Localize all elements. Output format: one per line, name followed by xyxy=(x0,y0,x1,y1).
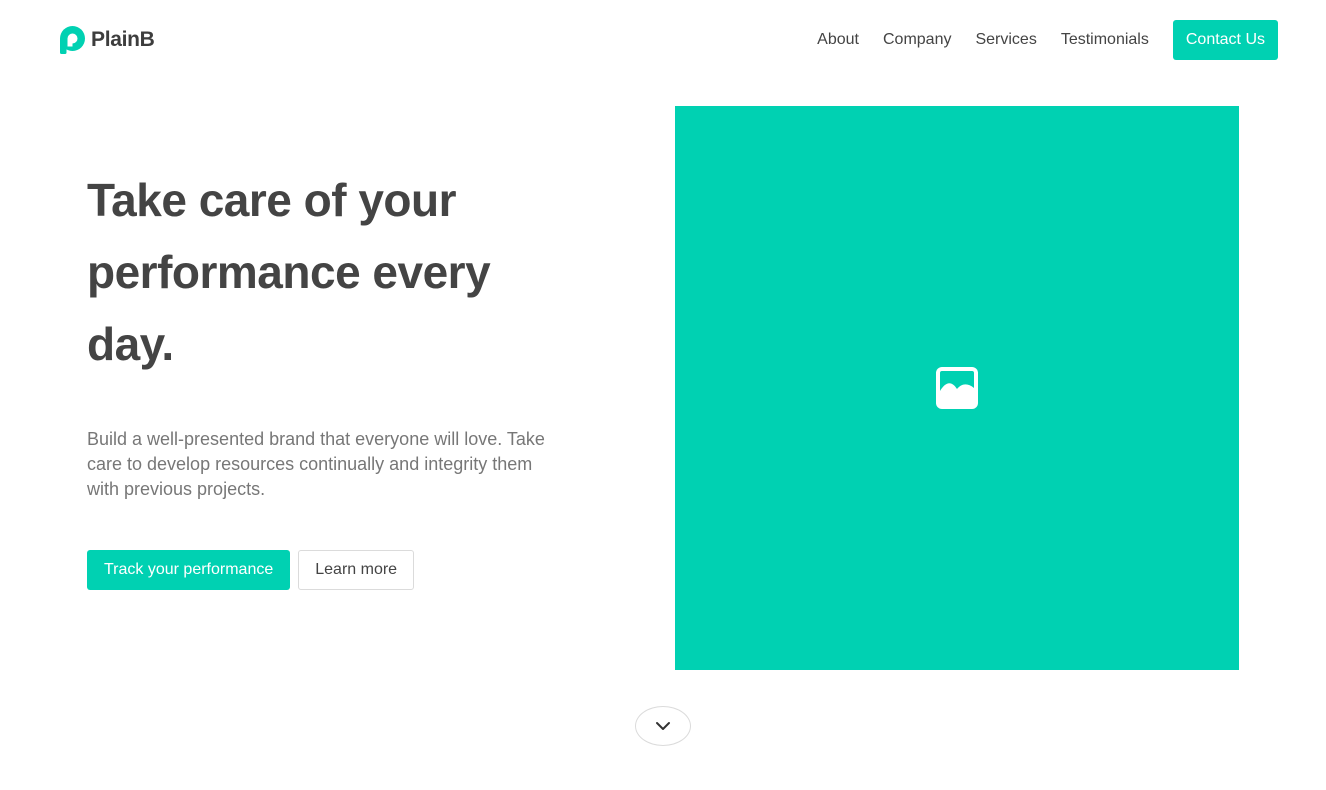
hero-description: Build a well-presented brand that everyo… xyxy=(87,429,545,499)
contact-us-button[interactable]: Contact Us xyxy=(1172,20,1278,60)
brand-name: PlainB xyxy=(91,28,155,51)
brand-logo[interactable]: PlainB xyxy=(60,26,155,54)
main-nav: About Company Services Testimonials Cont… xyxy=(817,20,1278,60)
chevron-down-icon xyxy=(656,722,670,730)
hero-image-placeholder xyxy=(675,106,1239,670)
track-performance-button[interactable]: Track your performance xyxy=(87,550,291,590)
scroll-down-button[interactable] xyxy=(635,706,691,746)
image-placeholder-icon xyxy=(936,367,978,409)
p-logo-icon xyxy=(60,26,85,54)
nav-link-services[interactable]: Services xyxy=(975,20,1036,60)
nav-link-about[interactable]: About xyxy=(817,20,859,60)
nav-link-testimonials[interactable]: Testimonials xyxy=(1061,20,1149,60)
learn-more-button[interactable]: Learn more xyxy=(298,550,415,590)
site-header: PlainB About Company Services Testimonia… xyxy=(0,0,1326,80)
landing-page: PlainB About Company Services Testimonia… xyxy=(0,0,1326,790)
hero-actions: Track your performance Learn more xyxy=(87,550,415,590)
hero-title: Take care of your performance every day. xyxy=(87,174,491,370)
nav-link-company[interactable]: Company xyxy=(883,20,951,60)
